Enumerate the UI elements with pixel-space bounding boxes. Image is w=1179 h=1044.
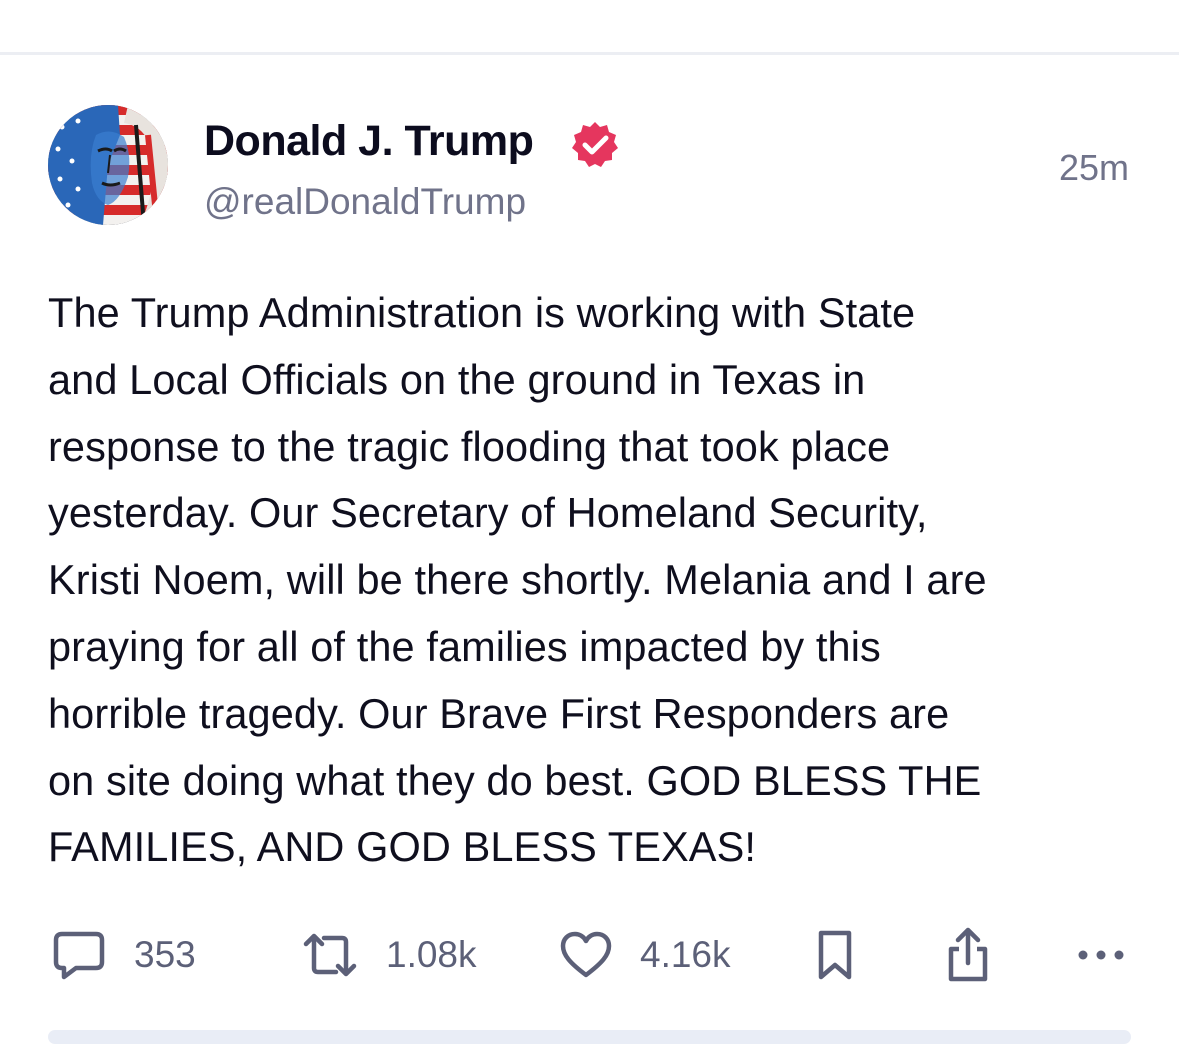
top-strip <box>0 0 1179 52</box>
post-body-line: horrible tragedy. Our Brave First Respon… <box>48 689 950 737</box>
retruth-icon <box>303 933 357 977</box>
next-item-edge <box>48 1030 1131 1044</box>
post-timestamp[interactable]: 25m <box>1059 147 1129 189</box>
reply-count: 353 <box>134 934 196 975</box>
post-card[interactable]: Donald J. Trump @realDonaldTrump 25m The… <box>0 55 1179 1037</box>
retruth-button[interactable]: 1.08k <box>302 920 477 990</box>
post-actions: 353 1.08k 4.16k <box>0 920 1179 990</box>
more-options-button[interactable] <box>1077 920 1125 990</box>
post-body-line: Kristi Noem, will be there shortly. Mela… <box>48 556 987 604</box>
flag-portrait-avatar-icon <box>48 105 168 225</box>
post-body-line: on site doing what they do best. GOD BLE… <box>48 756 982 804</box>
bookmark-icon <box>818 930 852 980</box>
like-button[interactable]: 4.16k <box>560 920 731 990</box>
verified-badge-icon <box>572 122 618 167</box>
post-body-line: and Local Officials on the ground in Tex… <box>48 355 866 403</box>
share-button[interactable] <box>945 920 991 990</box>
post-body-line: yesterday. Our Secretary of Homeland Sec… <box>48 489 928 537</box>
post-body: The Trump Administration is working with… <box>48 280 1148 881</box>
reply-button[interactable]: 353 <box>52 920 196 990</box>
more-icon <box>1078 950 1124 960</box>
author-handle[interactable]: @realDonaldTrump <box>204 181 526 223</box>
share-icon <box>948 927 988 982</box>
like-icon <box>560 931 612 978</box>
reply-icon <box>53 931 105 980</box>
retruth-count: 1.08k <box>386 934 477 975</box>
post-body-line: response to the tragic flooding that too… <box>48 422 891 470</box>
like-count: 4.16k <box>640 934 731 975</box>
avatar[interactable] <box>48 105 168 225</box>
post-body-line: The Trump Administration is working with… <box>48 289 916 336</box>
author-name[interactable]: Donald J. Trump <box>204 117 534 166</box>
post-body-line: praying for all of the families impacted… <box>48 622 881 670</box>
bookmark-button[interactable] <box>815 920 855 990</box>
post-body-line: FAMILIES, AND GOD BLESS TEXAS! <box>48 823 756 871</box>
